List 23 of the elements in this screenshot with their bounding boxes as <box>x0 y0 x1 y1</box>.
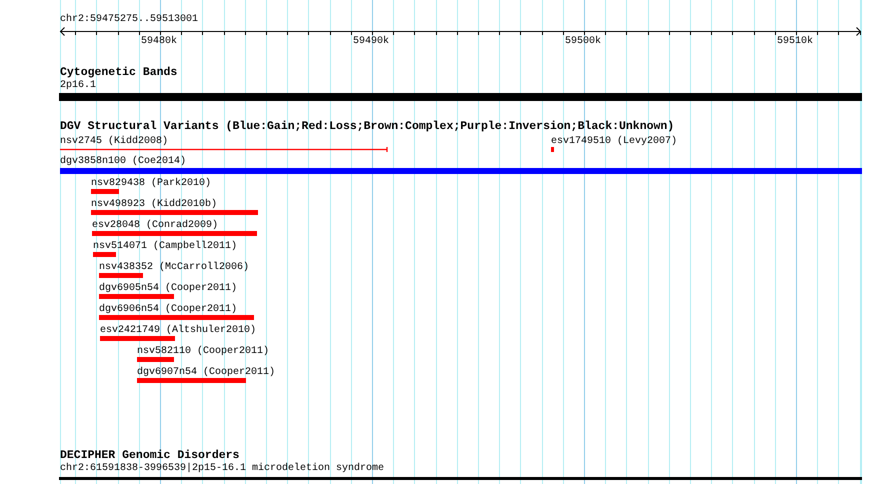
variant-label: esv2421749 (Altshuler2010) <box>100 325 256 336</box>
variant-label: dgv6905n54 (Cooper2011) <box>99 283 238 294</box>
band-label: 2p16.1 <box>60 80 96 92</box>
track-title: Cytogenetic Bands <box>60 66 178 80</box>
variant-label: nsv582110 (Cooper2011) <box>137 346 270 357</box>
track-title: DGV Structural Variants (Blue:Gain;Red:Loss;Brown:Complex;Purple:Inversion;Black:Unknown) <box>60 120 674 134</box>
variant-label: esv28048 (Conrad2009) <box>92 220 218 231</box>
tick-label: 59500k <box>565 36 602 48</box>
variant-label: dgv6907n54 (Cooper2011) <box>137 367 276 378</box>
variant-label: nsv514071 (Campbell2011) <box>93 241 238 252</box>
disorder-label: chr2:61591838-3996539|2p15-16.1 microdeletion syndrome <box>60 463 384 475</box>
variant-label: nsv829438 (Park2010) <box>91 178 212 189</box>
tick-label: 59510k <box>777 36 814 48</box>
variant-label: nsv498923 (Kidd2010b) <box>91 199 218 210</box>
tick-label: 59490k <box>353 36 390 48</box>
variant-label: dgv3858n100 (Coe2014) <box>60 156 186 167</box>
variant-label: nsv2745 (Kidd2008) <box>60 136 168 147</box>
tick-label: 59480k <box>141 36 178 48</box>
variant-label: nsv438352 (McCarroll2006) <box>99 262 250 273</box>
variant-label: esv1749510 (Levy2007) <box>551 136 678 147</box>
track-title: DECIPHER Genomic Disorders <box>60 449 240 462</box>
variant-label: dgv6906n54 (Cooper2011) <box>99 304 238 315</box>
range-label: chr2:59475275..59513001 <box>60 14 198 26</box>
